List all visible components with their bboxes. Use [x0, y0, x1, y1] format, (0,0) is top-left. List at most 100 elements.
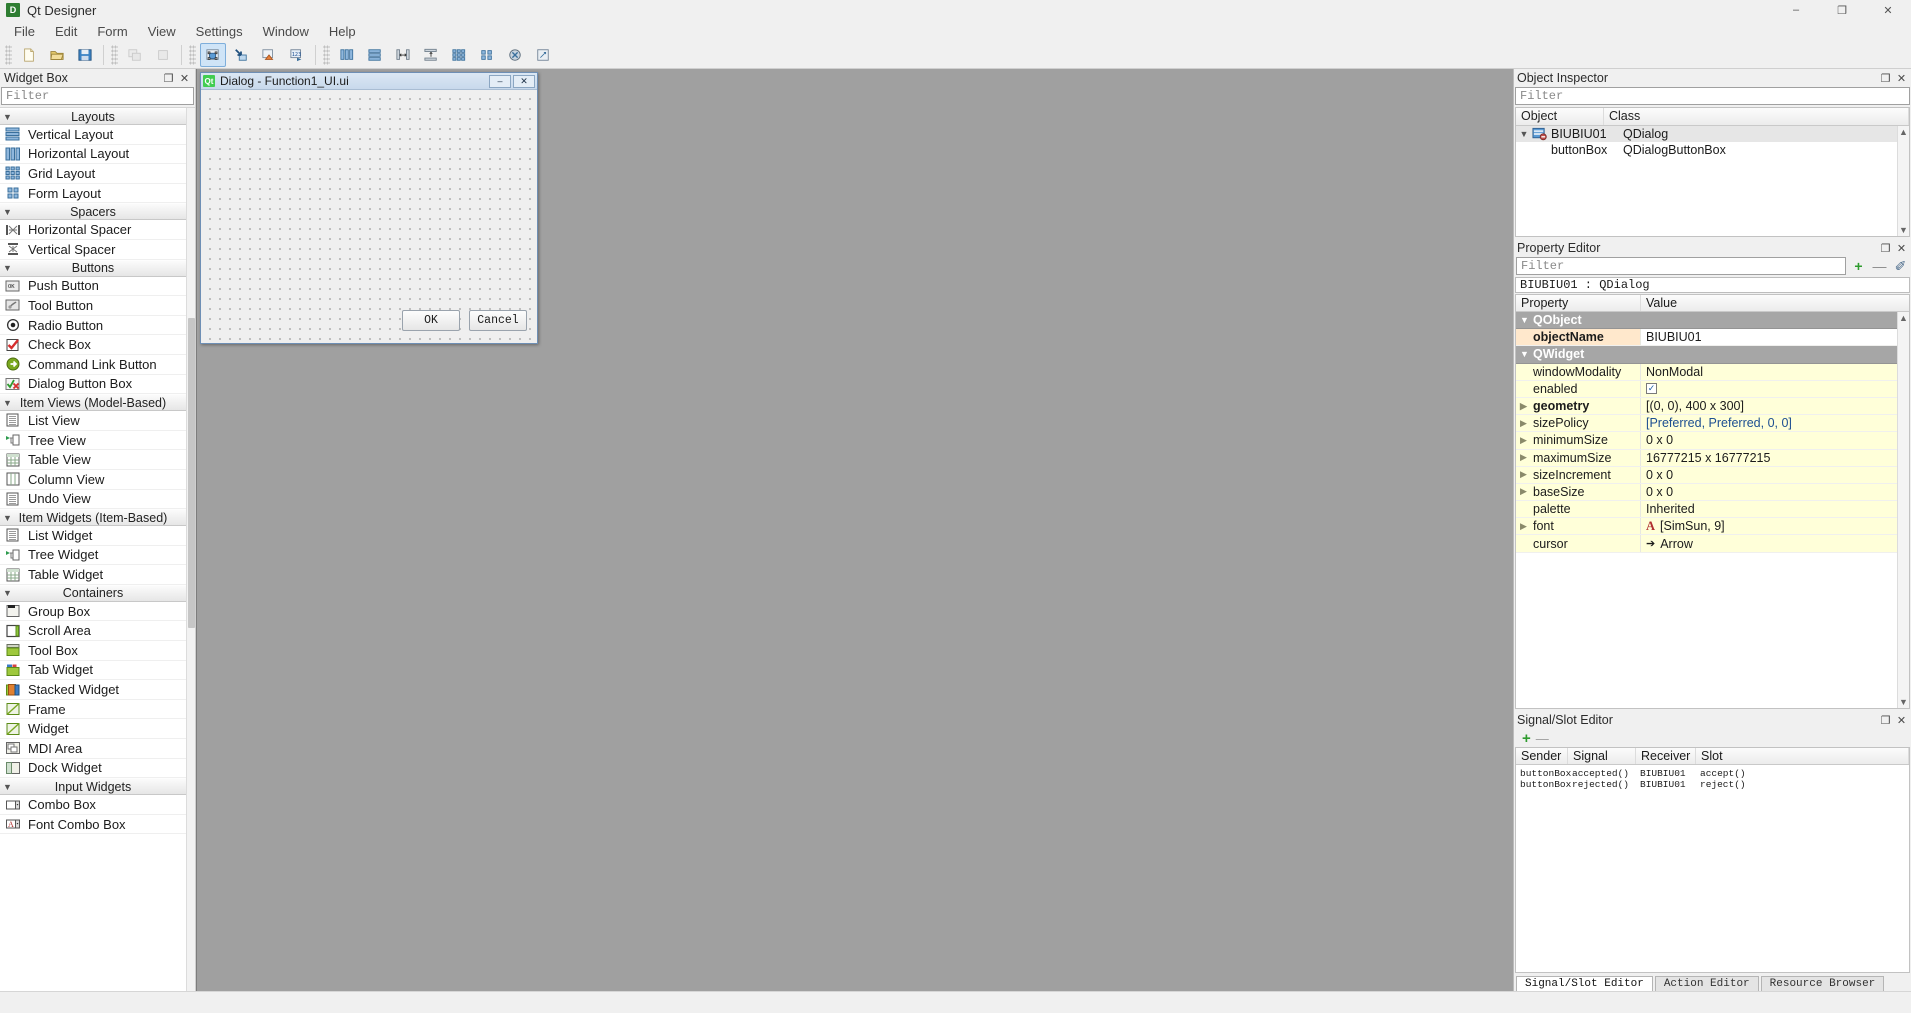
category-item-views[interactable]: ▼ Item Views (Model-Based) [0, 394, 186, 412]
configure-property-icon[interactable]: ✐ [1892, 258, 1909, 275]
chevron-down-icon[interactable]: ▼ [1516, 129, 1532, 139]
undo-icon[interactable] [122, 43, 148, 67]
widget-item-vertical-layout[interactable]: Vertical Layout [0, 125, 186, 145]
toolbar-grip[interactable] [5, 45, 12, 65]
form-canvas[interactable]: Qt Dialog - Function1_UI.ui – ✕ OK Cance… [196, 69, 1513, 991]
widget-item-tab-widget[interactable]: Tab Widget [0, 661, 186, 681]
widget-box-filter-input[interactable]: Filter [1, 87, 194, 105]
widget-item-undo-view[interactable]: Undo View [0, 490, 186, 510]
property-group-qobject[interactable]: ▼ QObject [1516, 312, 1897, 330]
property-row-palette[interactable]: palette Inherited [1516, 501, 1897, 519]
chevron-right-icon[interactable]: ▶ [1520, 435, 1533, 446]
object-tree-scrollbar[interactable]: ▲ ▼ [1897, 126, 1909, 236]
tab-signal-slot-editor[interactable]: Signal/Slot Editor [1516, 976, 1653, 991]
ok-button[interactable]: OK [402, 310, 460, 331]
widget-item-form-layout[interactable]: Form Layout [0, 184, 186, 204]
new-form-icon[interactable] [16, 43, 42, 67]
scrollbar-thumb[interactable] [188, 318, 195, 628]
widget-item-widget[interactable]: Widget [0, 719, 186, 740]
widget-item-scroll-area[interactable]: Scroll Area [0, 621, 186, 642]
property-value[interactable]: 0 x 0 [1641, 468, 1897, 482]
menu-edit[interactable]: Edit [45, 22, 87, 41]
layout-grid-icon[interactable] [446, 43, 472, 67]
chevron-right-icon[interactable]: ▶ [1520, 486, 1533, 497]
chevron-up-icon[interactable]: ▲ [1899, 312, 1908, 324]
widget-item-combo-box[interactable]: Combo Box [0, 795, 186, 815]
save-form-icon[interactable] [72, 43, 98, 67]
chevron-right-icon[interactable]: ▶ [1520, 452, 1533, 463]
remove-property-icon[interactable]: — [1871, 258, 1888, 275]
chevron-up-icon[interactable]: ▲ [1899, 126, 1908, 138]
widget-item-vertical-spacer[interactable]: Vertical Spacer [0, 240, 186, 260]
enabled-checkbox[interactable]: ✓ [1646, 383, 1657, 395]
toolbar-grip[interactable] [189, 45, 196, 65]
property-row-basesize[interactable]: ▶ baseSize 0 x 0 [1516, 483, 1897, 502]
menu-help[interactable]: Help [319, 22, 366, 41]
widget-item-stacked-widget[interactable]: Stacked Widget [0, 680, 186, 700]
property-row-sizeincrement[interactable]: ▶ sizeIncrement 0 x 0 [1516, 466, 1897, 484]
float-icon[interactable]: ❐ [1879, 714, 1892, 727]
property-row-objectname[interactable]: objectName BIUBIU01 [1516, 329, 1897, 347]
menu-window[interactable]: Window [253, 22, 319, 41]
widget-item-list-view[interactable]: List View [0, 411, 186, 431]
column-property[interactable]: Property [1516, 295, 1641, 311]
table-row[interactable]: buttonBox rejected() BIUBIU01 reject() [1516, 779, 1909, 791]
widget-item-font-combo-box[interactable]: A Font Combo Box [0, 815, 186, 835]
widget-item-group-box[interactable]: Group Box [0, 602, 186, 622]
property-value[interactable]: [(0, 0), 400 x 300] [1641, 399, 1897, 413]
property-table-scrollbar[interactable]: ▲ ▼ [1897, 312, 1909, 708]
widget-item-radio-button[interactable]: Radio Button [0, 316, 186, 336]
property-row-enabled[interactable]: enabled ✓ [1516, 380, 1897, 398]
chevron-right-icon[interactable]: ▶ [1520, 521, 1533, 532]
layout-splitter-horizontal-icon[interactable] [390, 43, 416, 67]
minimize-button[interactable]: – [1773, 0, 1819, 20]
column-class[interactable]: Class [1604, 108, 1909, 125]
chevron-right-icon[interactable]: ▶ [1520, 469, 1533, 480]
menu-form[interactable]: Form [87, 22, 137, 41]
toolbar-grip[interactable] [111, 45, 118, 65]
chevron-right-icon[interactable]: ▶ [1520, 401, 1533, 412]
widget-item-tool-box[interactable]: Tool Box [0, 641, 186, 661]
cancel-button[interactable]: Cancel [469, 310, 527, 331]
category-layouts[interactable]: ▼ Layouts [0, 108, 186, 125]
break-layout-icon[interactable] [502, 43, 528, 67]
maximize-button[interactable]: ❐ [1819, 0, 1865, 20]
widget-item-table-widget[interactable]: Table Widget [0, 565, 186, 585]
dialog-button-box[interactable]: OK Cancel [402, 310, 527, 331]
form-close-button[interactable]: ✕ [513, 74, 535, 88]
tab-resource-browser[interactable]: Resource Browser [1760, 976, 1885, 991]
widget-item-horizontal-layout[interactable]: Horizontal Layout [0, 145, 186, 165]
open-form-icon[interactable] [44, 43, 70, 67]
property-row-maximumsize[interactable]: ▶ maximumSize 16777215 x 16777215 [1516, 449, 1897, 467]
form-minimize-button[interactable]: – [489, 74, 511, 88]
widget-item-horizontal-spacer[interactable]: Horizontal Spacer [0, 220, 186, 240]
toolbar-grip[interactable] [323, 45, 330, 65]
layout-form-icon[interactable] [474, 43, 500, 67]
chevron-down-icon[interactable]: ▼ [1520, 349, 1533, 359]
widget-item-tree-widget[interactable]: Tree Widget [0, 546, 186, 566]
chevron-down-icon[interactable]: ▼ [1899, 696, 1908, 708]
category-containers[interactable]: ▼ Containers [0, 584, 186, 602]
edit-tab-order-icon[interactable]: 123 [284, 43, 310, 67]
property-value[interactable]: BIUBIU01 [1641, 330, 1897, 344]
widget-item-check-box[interactable]: Check Box [0, 335, 186, 355]
category-buttons[interactable]: ▼ Buttons [0, 259, 186, 277]
property-value[interactable]: 0 x 0 [1641, 485, 1897, 499]
widget-item-tool-button[interactable]: Tool Button [0, 296, 186, 316]
layout-vertically-icon[interactable] [362, 43, 388, 67]
layout-horizontally-icon[interactable] [334, 43, 360, 67]
widget-item-dock-widget[interactable]: Dock Widget [0, 759, 186, 779]
category-spacers[interactable]: ▼ Spacers [0, 203, 186, 221]
widget-item-list-widget[interactable]: List Widget [0, 526, 186, 546]
close-icon[interactable]: ✕ [178, 72, 191, 85]
menu-file[interactable]: File [4, 22, 45, 41]
object-inspector-filter-input[interactable]: Filter [1515, 87, 1910, 105]
widget-item-dialog-button-box[interactable]: Dialog Button Box [0, 375, 186, 395]
close-icon[interactable]: ✕ [1895, 242, 1908, 255]
close-icon[interactable]: ✕ [1895, 72, 1908, 85]
widget-item-mdi-area[interactable]: MDI Area [0, 739, 186, 759]
category-item-widgets[interactable]: ▼ Item Widgets (Item-Based) [0, 509, 186, 527]
close-button[interactable]: ✕ [1865, 0, 1911, 20]
chevron-down-icon[interactable]: ▼ [1899, 224, 1908, 236]
property-value[interactable]: NonModal [1641, 365, 1897, 379]
